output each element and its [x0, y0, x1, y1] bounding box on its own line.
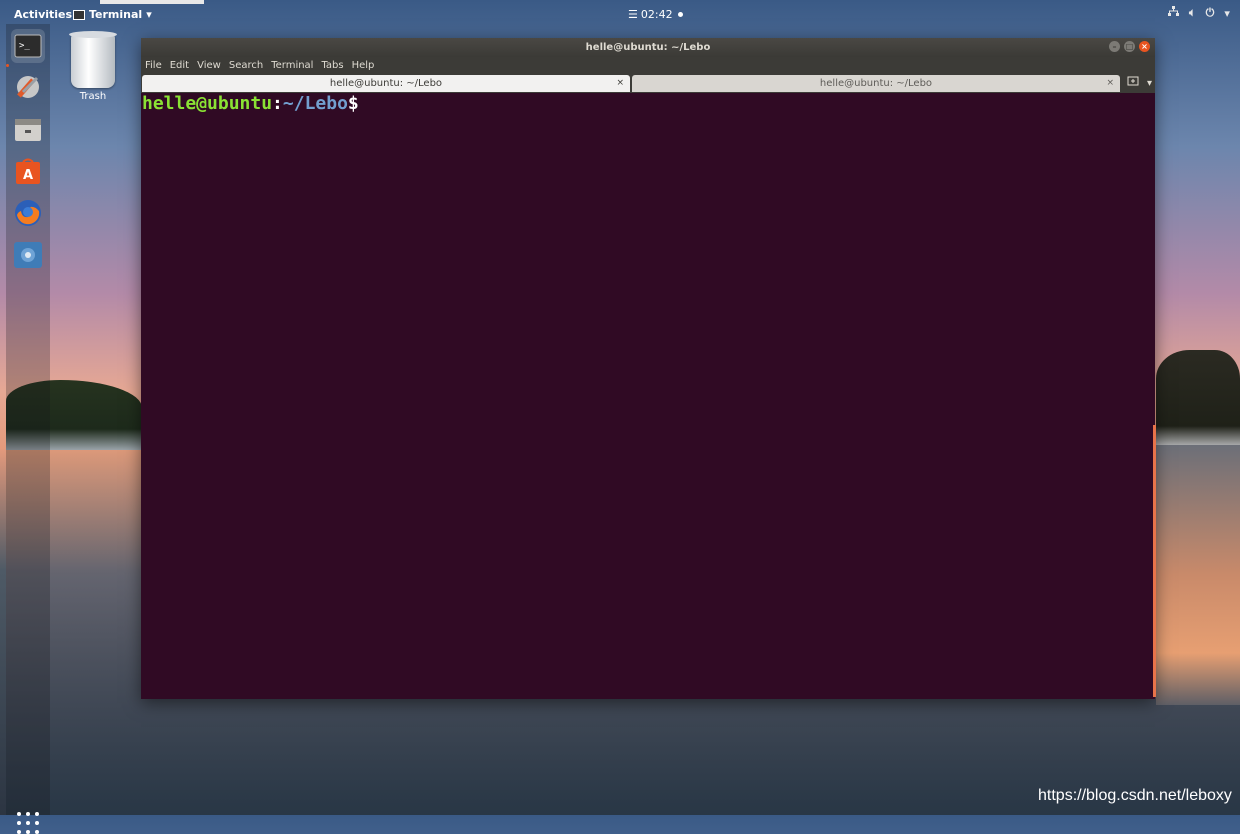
wallpaper-reflection-right — [1156, 445, 1240, 705]
top-bar: Activities Terminal ▾ ☰ 02:42 🔈︎ ⏻ ▾ — [0, 4, 1240, 24]
settings-icon[interactable] — [11, 238, 45, 272]
minimize-button[interactable]: – — [1109, 41, 1120, 52]
clock-time: 02:42 — [640, 8, 673, 21]
window-titlebar[interactable]: helle@ubuntu: ~/Lebo – □ × — [141, 38, 1155, 57]
menu-view[interactable]: View — [193, 57, 225, 74]
window-edge-accent — [1153, 425, 1156, 697]
tab-label: helle@ubuntu: ~/Lebo — [329, 78, 443, 89]
prompt-user-host: helle@ubuntu — [142, 93, 273, 114]
tab-1[interactable]: helle@ubuntu: ~/Lebo × — [142, 75, 630, 92]
watermark-url: https://blog.csdn.net/leboxy — [1038, 787, 1232, 804]
software-store-icon[interactable]: A — [11, 154, 45, 188]
app-menu[interactable]: Terminal ▾ — [73, 8, 152, 21]
menu-file[interactable]: File — [141, 57, 166, 74]
terminal-output[interactable]: helle@ubuntu:~/Lebo$ — [141, 93, 1155, 699]
tab-tools: ▾ — [1127, 75, 1152, 92]
prompt-colon: : — [272, 93, 283, 114]
menu-terminal[interactable]: Terminal — [267, 57, 317, 74]
svg-text:>_: >_ — [19, 41, 30, 51]
active-indicator — [6, 64, 9, 67]
tab-2[interactable]: helle@ubuntu: ~/Lebo × — [632, 75, 1120, 92]
notification-list-icon: ☰ — [628, 8, 638, 21]
trash-icon — [69, 31, 117, 88]
shell-prompt: helle@ubuntu:~/Lebo$ — [142, 93, 359, 114]
close-tab-icon[interactable]: × — [1106, 75, 1114, 92]
svg-text:A: A — [23, 168, 33, 183]
close-button[interactable]: × — [1139, 41, 1150, 52]
firefox-icon[interactable] — [11, 196, 45, 230]
menu-tabs[interactable]: Tabs — [317, 57, 347, 74]
menu-help[interactable]: Help — [348, 57, 379, 74]
terminal-small-icon — [73, 9, 85, 20]
terminal-window[interactable]: helle@ubuntu: ~/Lebo – □ × File Edit Vie… — [141, 38, 1155, 699]
tab-label: helle@ubuntu: ~/Lebo — [819, 78, 933, 89]
network-icon — [1168, 6, 1179, 20]
show-applications-icon[interactable] — [17, 812, 39, 834]
menu-edit[interactable]: Edit — [166, 57, 193, 74]
tab-bar: helle@ubuntu: ~/Lebo × helle@ubuntu: ~/L… — [141, 74, 1155, 93]
menu-search[interactable]: Search — [225, 57, 267, 74]
tabs-menu-chevron-icon[interactable]: ▾ — [1147, 75, 1152, 92]
system-tools-icon[interactable] — [11, 70, 45, 104]
prompt-symbol: $ — [347, 93, 359, 114]
window-title: helle@ubuntu: ~/Lebo — [585, 42, 711, 53]
notification-dot-icon — [677, 12, 683, 17]
trash-label: Trash — [79, 91, 107, 102]
power-icon: ⏻ — [1205, 6, 1215, 19]
wallpaper-trees-right — [1156, 350, 1240, 445]
status-area[interactable]: 🔈︎ ⏻ ▾ — [1168, 6, 1230, 20]
activities-button[interactable]: Activities — [14, 8, 72, 21]
prompt-path: ~/Lebo — [282, 93, 348, 114]
menu-bar: File Edit View Search Terminal Tabs Help — [141, 57, 1155, 74]
volume-icon: 🔈︎ — [1189, 6, 1196, 19]
terminal-icon[interactable]: >_ — [11, 29, 45, 63]
window-controls: – □ × — [1109, 41, 1150, 52]
chevron-down-icon: ▾ — [146, 8, 152, 21]
maximize-button[interactable]: □ — [1124, 41, 1135, 52]
chevron-down-icon: ▾ — [1224, 6, 1230, 20]
files-icon[interactable] — [11, 112, 45, 146]
new-tab-icon[interactable] — [1127, 75, 1139, 92]
dock: >_ A — [6, 24, 50, 834]
close-tab-icon[interactable]: × — [616, 75, 624, 92]
app-menu-label: Terminal — [89, 8, 143, 21]
clock[interactable]: ☰ 02:42 — [628, 8, 683, 21]
trash-desktop-icon[interactable]: Trash — [68, 31, 118, 102]
